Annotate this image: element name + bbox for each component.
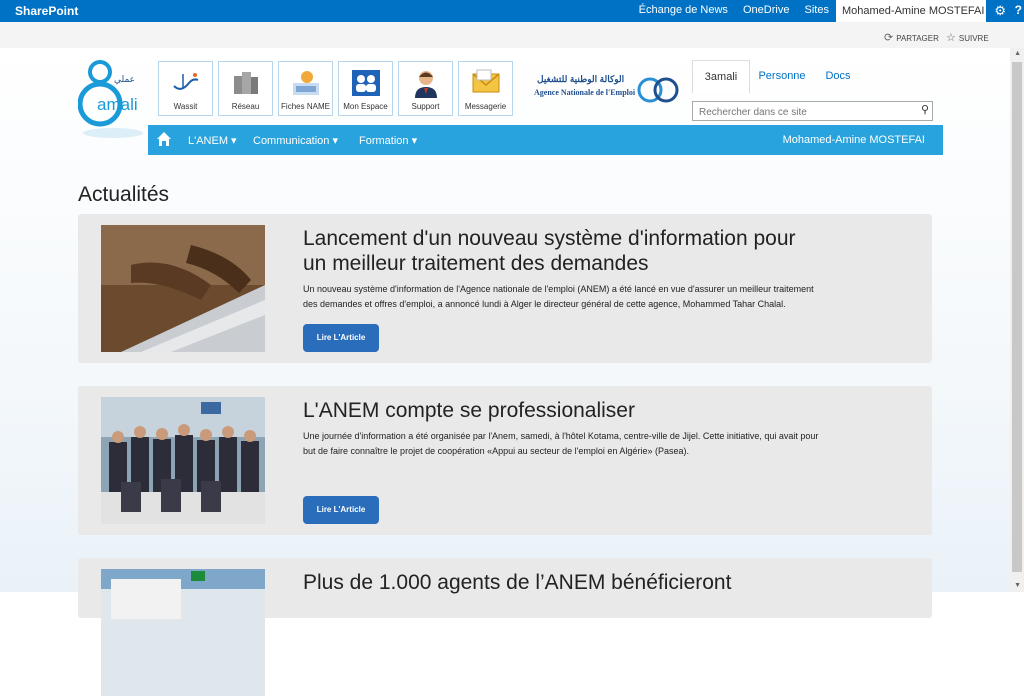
star-icon: ☆ bbox=[946, 32, 956, 44]
article-title[interactable]: L'ANEM compte se professionaliser bbox=[303, 398, 823, 423]
mail-icon bbox=[472, 69, 500, 93]
app-label-fiches-name: Fiches NAME bbox=[281, 102, 330, 111]
follow-label: SUIVRE bbox=[958, 34, 989, 43]
read-article-button[interactable]: Lire L'Article bbox=[303, 496, 379, 524]
article-photo-laptop bbox=[101, 225, 265, 352]
app-tile-wassit[interactable]: Wassit bbox=[158, 61, 213, 116]
news-card: L'ANEM compte se professionaliser Une jo… bbox=[78, 386, 932, 535]
search-box: ⚲ bbox=[692, 101, 933, 122]
tab-docs[interactable]: Docs bbox=[818, 60, 858, 92]
nav-item-communication[interactable]: Communication ▾ bbox=[253, 134, 338, 147]
follow-button[interactable]: ☆ SUIVRE bbox=[946, 31, 989, 44]
app-label-wassit: Wassit bbox=[173, 102, 198, 111]
home-icon[interactable] bbox=[156, 131, 172, 147]
article-photo-group bbox=[101, 397, 265, 524]
logo-arabic-text: عملي bbox=[114, 75, 135, 85]
news-card: Plus de 1.000 agents de l’ANEM bénéficie… bbox=[78, 558, 932, 696]
tab-3amali[interactable]: 3amali bbox=[692, 60, 750, 93]
app-label-mon-espace: Mon Espace bbox=[343, 102, 388, 111]
share-icon: ⟳ bbox=[884, 32, 894, 44]
suite-link-onedrive[interactable]: OneDrive bbox=[743, 4, 789, 16]
article-summary: Une journée d'information a été organisé… bbox=[303, 431, 819, 456]
scroll-down-icon[interactable]: ▼ bbox=[1014, 582, 1021, 589]
search-scope-tabs: 3amali Personne Docs bbox=[692, 60, 942, 94]
share-label: PARTAGER bbox=[896, 34, 939, 43]
logo-latin-text: amali bbox=[97, 95, 138, 114]
app-tile-support[interactable]: Support bbox=[398, 61, 453, 116]
action-bar: ⟳ PARTAGER ☆ SUIVRE bbox=[0, 22, 1024, 48]
search-input[interactable] bbox=[697, 103, 916, 122]
support-agent-icon bbox=[415, 71, 437, 98]
sharepoint-brand-link[interactable]: SharePoint bbox=[15, 4, 78, 18]
user-menu[interactable]: Mohamed-Amine MOSTEFAI ▾ bbox=[836, 0, 986, 39]
article-title[interactable]: Plus de 1.000 agents de l’ANEM bénéficie… bbox=[303, 570, 823, 595]
app-tile-reseau[interactable]: Réseau bbox=[218, 61, 273, 116]
read-article-button[interactable]: Lire L'Article bbox=[303, 324, 379, 352]
nav-item-formation[interactable]: Formation ▾ bbox=[359, 134, 417, 147]
people-icon bbox=[352, 70, 380, 96]
agency-name-french: Agence Nationale de l'Emploi bbox=[534, 88, 636, 97]
article-summary: Un nouveau système d'information de l'Ag… bbox=[303, 284, 814, 309]
user-name: Mohamed-Amine MOSTEFAI bbox=[842, 5, 985, 17]
app-label-support: Support bbox=[411, 102, 440, 111]
tab-personne[interactable]: Personne bbox=[752, 60, 812, 92]
article-title[interactable]: Lancement d'un nouveau système d'informa… bbox=[303, 226, 823, 276]
gear-icon[interactable]: ⚙ bbox=[994, 3, 1006, 19]
suite-links: Échange de News OneDrive Sites bbox=[627, 4, 829, 16]
help-icon[interactable]: ? bbox=[1015, 3, 1022, 17]
app-label-reseau: Réseau bbox=[231, 102, 260, 111]
app-tile-messagerie[interactable]: Messagerie bbox=[458, 61, 513, 116]
servers-icon bbox=[234, 72, 258, 94]
suite-link-news[interactable]: Échange de News bbox=[639, 4, 728, 16]
app-label-messagerie: Messagerie bbox=[464, 102, 507, 111]
wassit-icon bbox=[173, 73, 199, 90]
share-button[interactable]: ⟳ PARTAGER bbox=[884, 31, 939, 44]
nav-item-anem[interactable]: L'ANEM ▾ bbox=[188, 134, 237, 147]
suite-bar: SharePoint Échange de News OneDrive Site… bbox=[0, 0, 1024, 39]
app-tile-fiches-name[interactable]: Fiches NAME bbox=[278, 61, 333, 116]
app-tile-mon-espace[interactable]: Mon Espace bbox=[338, 61, 393, 116]
name-logo-icon bbox=[293, 71, 319, 95]
suite-link-sites[interactable]: Sites bbox=[805, 4, 829, 16]
top-navigation: L'ANEM ▾ Communication ▾ Formation ▾ Moh… bbox=[148, 125, 943, 155]
news-card: Lancement d'un nouveau système d'informa… bbox=[78, 214, 932, 363]
scrollbar-thumb[interactable] bbox=[1012, 62, 1022, 572]
agency-name-arabic: الوكالة الوطنية للتشغيل bbox=[537, 74, 625, 84]
page-title: Actualités bbox=[78, 183, 170, 206]
nav-user-name[interactable]: Mohamed-Amine MOSTEFAI bbox=[783, 134, 925, 146]
article-photo-building bbox=[101, 569, 265, 696]
3amali-logo[interactable]: عملي amali bbox=[78, 60, 148, 140]
scroll-up-icon[interactable]: ▲ bbox=[1014, 50, 1021, 57]
search-icon[interactable]: ⚲ bbox=[921, 103, 929, 116]
